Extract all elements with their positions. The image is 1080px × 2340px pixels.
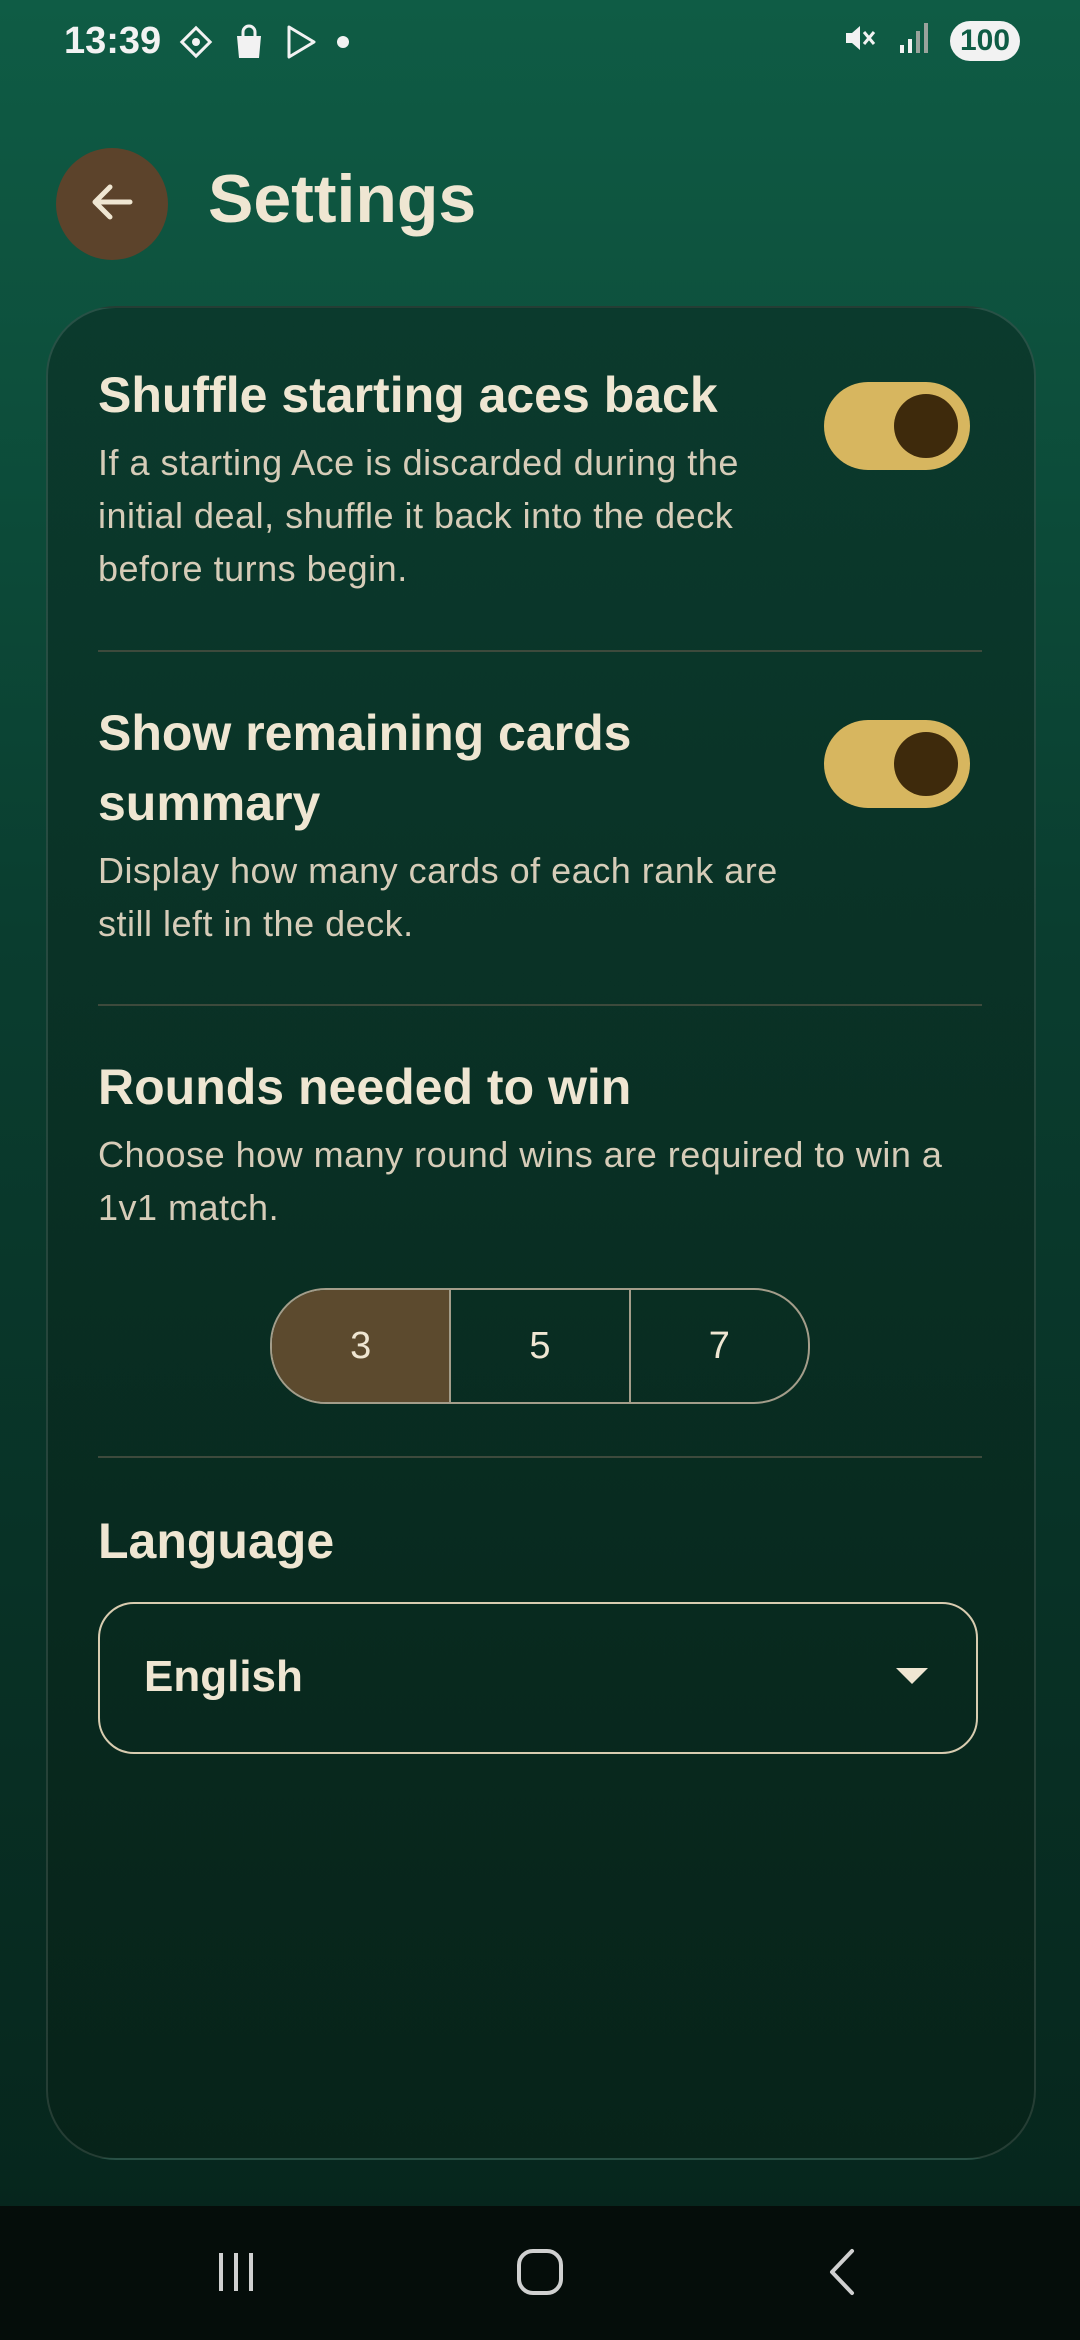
status-time: 13:39 <box>64 20 162 62</box>
status-icons-left <box>178 24 350 65</box>
home-icon <box>515 2247 565 2302</box>
dot-icon <box>336 35 350 54</box>
rounds-option-5[interactable]: 5 <box>449 1290 628 1402</box>
home-button[interactable] <box>510 2244 570 2304</box>
setting-title: Show remaining cards summary <box>98 705 632 831</box>
setting-title: Language <box>98 1513 335 1569</box>
play-store-icon <box>284 24 318 65</box>
arrow-left-icon <box>86 176 138 233</box>
divider <box>98 1456 982 1458</box>
setting-title: Shuffle starting aces back <box>98 367 718 423</box>
back-button[interactable] <box>56 148 168 260</box>
toggle-thumb <box>894 732 958 796</box>
rounds-segmented-control: 3 5 7 <box>270 1288 810 1404</box>
setting-description: If a starting Ace is discarded during th… <box>98 442 739 589</box>
status-icons-right: 100 <box>842 20 1020 61</box>
signal-icon <box>898 21 930 60</box>
chevron-left-icon <box>822 2247 862 2302</box>
page-title: Settings <box>208 161 477 237</box>
shuffle-aces-toggle[interactable] <box>824 382 970 470</box>
system-nav-bar <box>0 2206 1080 2340</box>
setting-description: Display how many cards of each rank are … <box>98 850 778 944</box>
setting-title: Rounds needed to win <box>98 1059 632 1115</box>
setting-description: Choose how many round wins are required … <box>98 1134 943 1228</box>
recent-apps-icon <box>213 2249 259 2300</box>
settings-diamond-icon <box>178 24 214 65</box>
setting-rounds-to-win: Rounds needed to win Choose how many rou… <box>98 1052 982 1234</box>
language-selected-value: English <box>144 1652 303 1701</box>
remaining-summary-toggle[interactable] <box>824 720 970 808</box>
mute-icon <box>842 20 878 61</box>
divider <box>98 1004 982 1006</box>
toggle-thumb <box>894 394 958 458</box>
setting-language: Language <box>98 1506 982 1576</box>
language-dropdown[interactable]: English <box>98 1602 978 1754</box>
chevron-down-icon <box>896 1668 928 1684</box>
recent-apps-button[interactable] <box>206 2244 266 2304</box>
battery-indicator: 100 <box>950 20 1020 61</box>
system-back-button[interactable] <box>812 2244 872 2304</box>
shopping-bag-icon <box>232 24 266 65</box>
rounds-option-7[interactable]: 7 <box>628 1290 808 1402</box>
rounds-option-3[interactable]: 3 <box>272 1290 450 1402</box>
divider <box>98 650 982 652</box>
status-bar: 13:39 100 <box>0 0 1080 90</box>
